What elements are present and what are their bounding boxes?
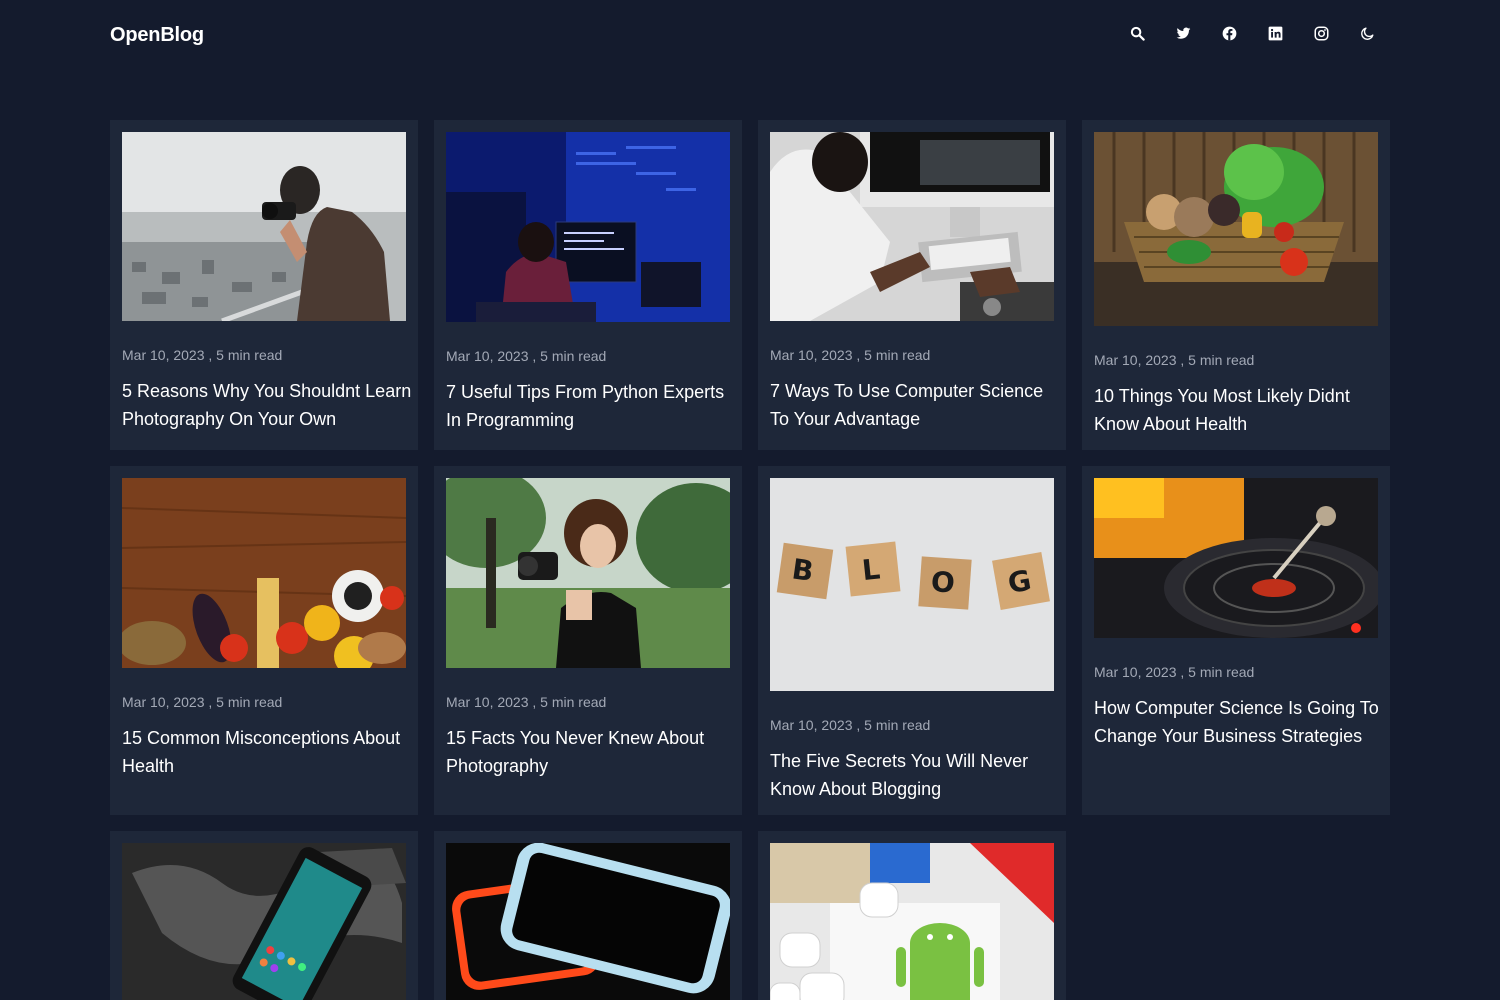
post-meta: Mar 10, 2023 , 5 min read [122, 347, 283, 363]
post-meta: Mar 10, 2023 , 5 min read [446, 694, 607, 710]
post-meta: Mar 10, 2023 , 5 min read [770, 347, 931, 363]
site-header: OpenBlog [0, 0, 1500, 72]
instagram-icon[interactable] [1306, 21, 1336, 45]
post-image-blog-tiles: B L O G [770, 478, 1054, 691]
post-title[interactable]: 10 Things You Most Likely Didnt Know Abo… [1094, 382, 1384, 438]
post-card[interactable] [758, 831, 1066, 1000]
post-card[interactable] [434, 831, 742, 1000]
post-title[interactable]: 5 Reasons Why You Shouldnt Learn Photogr… [122, 377, 412, 433]
post-meta: Mar 10, 2023 , 5 min read [1094, 664, 1255, 680]
post-meta: Mar 10, 2023 , 5 min read [446, 348, 607, 364]
linkedin-icon[interactable] [1260, 21, 1290, 45]
post-card[interactable]: Mar 10, 2023 , 5 min read 10 Things You … [1082, 120, 1390, 450]
post-title[interactable]: 7 Useful Tips From Python Experts In Pro… [446, 378, 736, 434]
post-card[interactable]: Mar 10, 2023 , 5 min read 5 Reasons Why … [110, 120, 418, 450]
post-card[interactable]: B L O G Mar 10, 2023 , 5 min read The Fi… [758, 466, 1066, 815]
post-image-programmer [446, 132, 730, 322]
post-image-turntable [1094, 478, 1378, 638]
post-meta: Mar 10, 2023 , 5 min read [770, 717, 931, 733]
moon-icon[interactable] [1352, 21, 1382, 45]
header-icon-bar [1122, 21, 1398, 45]
facebook-icon[interactable] [1214, 21, 1244, 45]
post-image-woman-camera [446, 478, 730, 668]
post-card[interactable]: Mar 10, 2023 , 5 min read 7 Useful Tips … [434, 120, 742, 450]
post-image-smartphones [446, 843, 730, 1000]
post-title[interactable]: 15 Common Misconceptions About Health [122, 724, 412, 780]
post-image-vegetables [1094, 132, 1378, 326]
site-logo[interactable]: OpenBlog [110, 24, 204, 47]
svg-text:O: O [930, 565, 956, 600]
post-card[interactable]: Mar 10, 2023 , 5 min read How Computer S… [1082, 466, 1390, 815]
post-title[interactable]: 7 Ways To Use Computer Science To Your A… [770, 377, 1060, 433]
post-card[interactable]: Mar 10, 2023 , 5 min read 7 Ways To Use … [758, 120, 1066, 450]
post-title[interactable]: 15 Facts You Never Knew About Photograph… [446, 724, 736, 780]
svg-text:L: L [860, 552, 881, 587]
post-image-phone-map [122, 843, 406, 1000]
svg-text:B: B [790, 552, 816, 588]
post-card[interactable]: Mar 10, 2023 , 5 min read 15 Common Misc… [110, 466, 418, 815]
post-title[interactable]: How Computer Science Is Going To Change … [1094, 694, 1384, 750]
post-image-food-table [122, 478, 406, 668]
post-image-computer-user [770, 132, 1054, 321]
post-image-android [770, 843, 1054, 1000]
search-icon[interactable] [1122, 21, 1152, 45]
post-meta: Mar 10, 2023 , 5 min read [122, 694, 283, 710]
post-card[interactable]: Mar 10, 2023 , 5 min read 15 Facts You N… [434, 466, 742, 815]
post-image-photographer [122, 132, 406, 321]
post-meta: Mar 10, 2023 , 5 min read [1094, 352, 1255, 368]
twitter-icon[interactable] [1168, 21, 1198, 45]
post-title[interactable]: The Five Secrets You Will Never Know Abo… [770, 747, 1060, 803]
post-card[interactable] [110, 831, 418, 1000]
